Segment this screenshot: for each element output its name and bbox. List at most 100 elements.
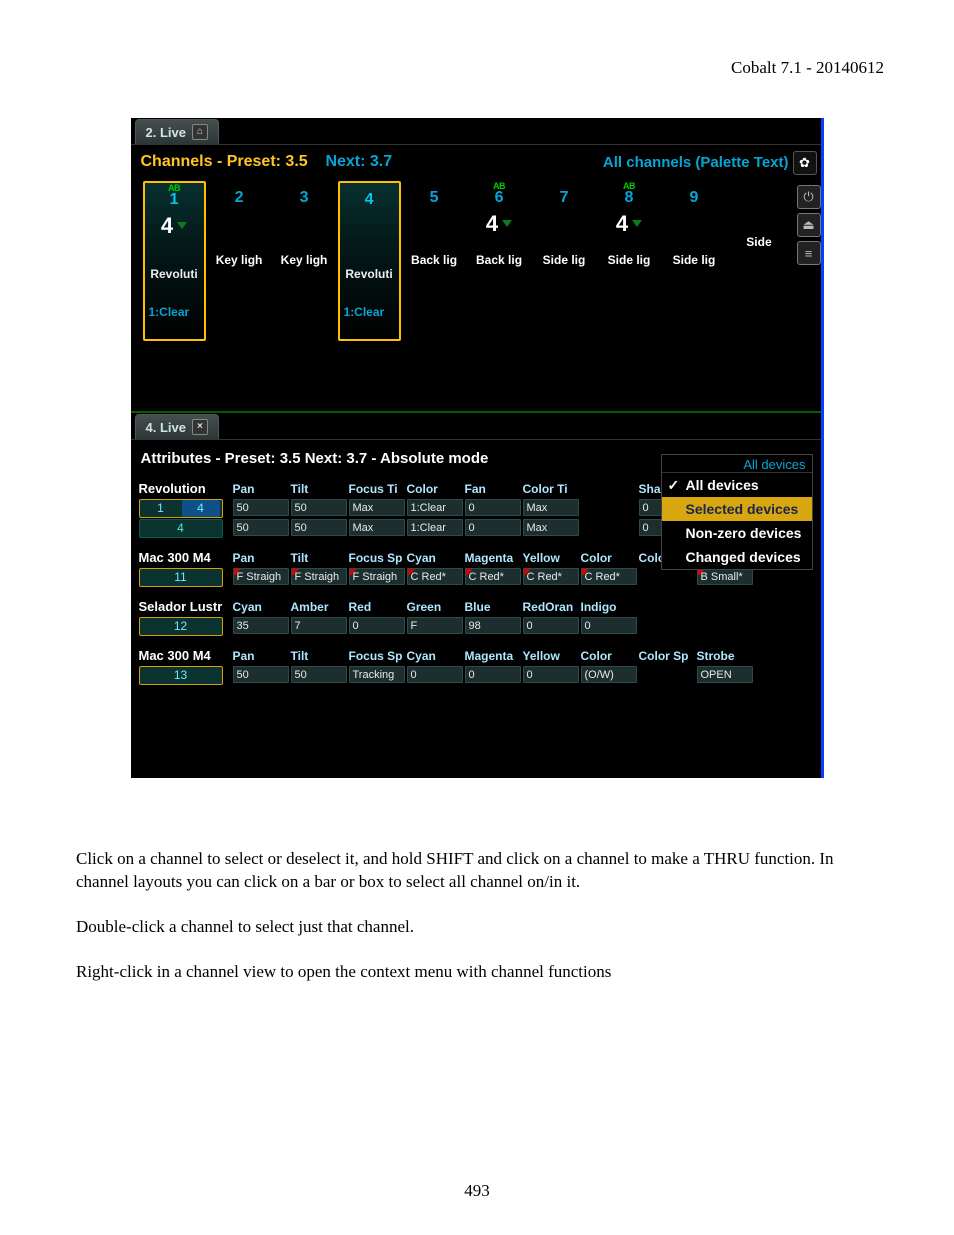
next-label: Next: 3.7 [325, 153, 392, 170]
attr-header: Focus Ti [349, 482, 407, 498]
attr-cell[interactable]: 35 [233, 617, 289, 634]
attr-header: Color [581, 551, 639, 567]
attr-cell[interactable]: F [407, 617, 463, 634]
channel-tile[interactable]: 5Back lig [403, 181, 466, 341]
power-icon[interactable]: ⏻ [797, 185, 821, 209]
tab-live-4[interactable]: 4. Live × [135, 414, 219, 439]
attr-header: Magenta [465, 551, 523, 567]
attr-cell[interactable]: F Straigh [291, 568, 347, 585]
attr-header: Green [407, 600, 465, 616]
attr-cell[interactable]: 98 [465, 617, 521, 634]
attr-cell[interactable]: 0 [581, 617, 637, 634]
attr-cell[interactable]: 50 [291, 666, 347, 683]
attr-header: Pan [233, 482, 291, 498]
attr-cell[interactable]: C Red* [523, 568, 579, 585]
tab-label: 2. Live [146, 125, 186, 140]
device-filter-item[interactable]: Non-zero devices [662, 521, 812, 545]
device-name: Revolution [139, 481, 233, 498]
attr-cell[interactable]: 1:Clear [407, 519, 463, 536]
attribute-block: Selador LustrCyanAmberRedGreenBlueRedOra… [139, 599, 815, 636]
eject-icon[interactable]: ⏏ [797, 213, 821, 237]
channel-strip: AB14Revoluti1:Clear2Key ligh3Key ligh4Re… [139, 179, 791, 401]
attr-cell[interactable] [639, 568, 695, 585]
attributes-panel: Attributes - Preset: 3.5 Next: 3.7 - Abs… [131, 440, 821, 778]
device-filter-header: All devices [662, 455, 812, 473]
attr-cell[interactable] [639, 666, 695, 683]
tab-pin-icon[interactable]: ⌂ [192, 124, 208, 140]
tab-live-2[interactable]: 2. Live ⌂ [135, 119, 219, 144]
attr-cell[interactable]: 0 [407, 666, 463, 683]
attr-header: Color [407, 482, 465, 498]
attr-cell[interactable]: Tracking [349, 666, 405, 683]
attr-cell[interactable]: Max [523, 519, 579, 536]
attr-cell[interactable]: F Straigh [233, 568, 289, 585]
device-filter-menu[interactable]: All devices All devicesSelected devicesN… [661, 454, 813, 570]
attr-header: Cyan [233, 600, 291, 616]
channel-tile[interactable]: AB64Back lig [468, 181, 531, 341]
channel-tile[interactable]: 4Revoluti1:Clear [338, 181, 401, 341]
list-icon[interactable]: ≡ [797, 241, 821, 265]
gear-icon: ✿ [799, 155, 810, 171]
channel-tile[interactable]: AB84Side lig [598, 181, 661, 341]
settings-button[interactable]: ✿ [793, 151, 817, 175]
attr-header: Focus Sp [349, 649, 407, 665]
device-filter-item[interactable]: Selected devices [662, 497, 812, 521]
app-screenshot: 2. Live ⌂ ✿ ⏻ ⏏ ≡ Channels - Preset: 3.5… [131, 118, 824, 778]
channel-info-row: Channels - Preset: 3.5 Next: 3.7 All cha… [139, 147, 791, 179]
channel-tile[interactable]: 3Key ligh [273, 181, 336, 341]
attr-header: Color Sp [639, 649, 697, 665]
attr-header [581, 482, 639, 498]
attr-cell[interactable] [581, 519, 637, 536]
attr-cell[interactable]: C Red* [465, 568, 521, 585]
attr-header: Cyan [407, 649, 465, 665]
attr-header: Tilt [291, 551, 349, 567]
attr-cell[interactable]: B Small* [697, 568, 753, 585]
attr-cell[interactable]: 50 [291, 519, 347, 536]
attr-cell[interactable]: Max [349, 519, 405, 536]
attr-cell[interactable]: 0 [465, 519, 521, 536]
attr-cell[interactable]: 50 [233, 499, 289, 516]
device-filter-item[interactable]: All devices [662, 473, 812, 497]
attr-header: Fan [465, 482, 523, 498]
tab-label: 4. Live [146, 420, 186, 435]
attr-cell[interactable]: F Straigh [349, 568, 405, 585]
attr-header: Strobe [697, 649, 755, 665]
top-tab-row: 2. Live ⌂ [131, 118, 821, 145]
device-name: Mac 300 M4 [139, 550, 233, 567]
device-filter-item[interactable]: Changed devices [662, 545, 812, 569]
attr-header: Amber [291, 600, 349, 616]
attr-row[interactable]: 135050Tracking000(O/W)OPEN [139, 666, 815, 685]
attr-header: RedOran [523, 600, 581, 616]
attr-cell[interactable]: 50 [291, 499, 347, 516]
attr-cell[interactable]: Max [349, 499, 405, 516]
attr-row[interactable]: 123570F9800 [139, 617, 815, 636]
document-header: Cobalt 7.1 - 20140612 [76, 58, 884, 78]
attr-cell[interactable]: (O/W) [581, 666, 637, 683]
attr-header: Cyan [407, 551, 465, 567]
channel-tile[interactable]: 9Side lig [663, 181, 726, 341]
attr-cell[interactable] [581, 499, 637, 516]
attr-cell[interactable]: Max [523, 499, 579, 516]
attr-cell[interactable]: 0 [523, 666, 579, 683]
channel-tile[interactable]: Side [727, 181, 790, 341]
attr-cell[interactable]: C Red* [581, 568, 637, 585]
channel-tile[interactable]: 2Key ligh [208, 181, 271, 341]
attr-cell[interactable]: 7 [291, 617, 347, 634]
close-icon[interactable]: × [192, 419, 208, 435]
attr-cell[interactable]: 0 [465, 499, 521, 516]
page-number: 493 [0, 1181, 954, 1201]
attr-header: Color Ti [523, 482, 581, 498]
channel-tile[interactable]: 7Side lig [533, 181, 596, 341]
attr-cell[interactable]: 1:Clear [407, 499, 463, 516]
attr-cell[interactable]: 0 [523, 617, 579, 634]
attr-header: Red [349, 600, 407, 616]
channel-tile[interactable]: AB14Revoluti1:Clear [143, 181, 206, 341]
attr-cell[interactable]: 50 [233, 519, 289, 536]
attr-cell[interactable]: OPEN [697, 666, 753, 683]
attr-cell[interactable]: C Red* [407, 568, 463, 585]
attr-cell[interactable]: 50 [233, 666, 289, 683]
attr-header: Tilt [291, 482, 349, 498]
attr-cell[interactable]: 0 [349, 617, 405, 634]
attr-row[interactable]: 11F StraighF StraighF StraighC Red*C Red… [139, 568, 815, 587]
attr-cell[interactable]: 0 [465, 666, 521, 683]
